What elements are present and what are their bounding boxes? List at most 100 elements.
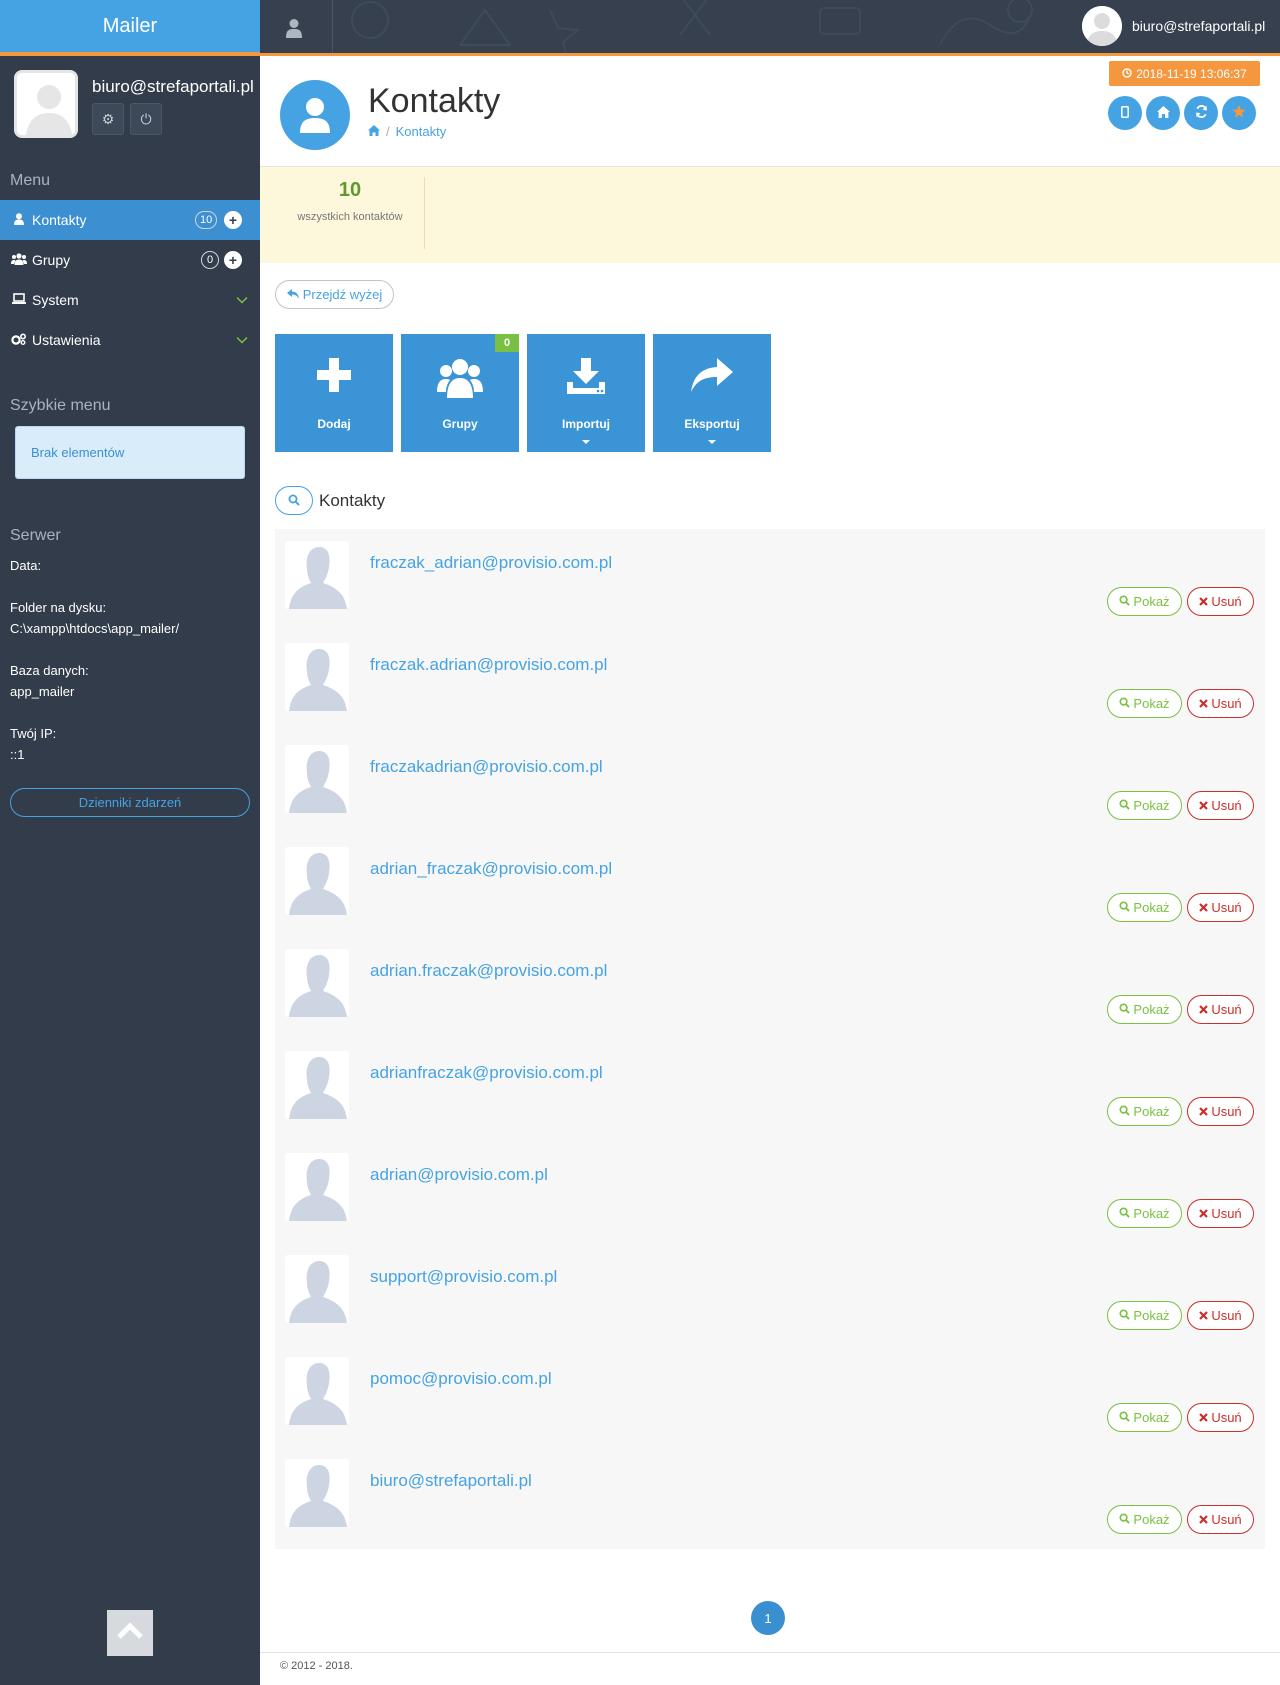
- show-contact-button[interactable]: Pokaż: [1107, 689, 1182, 718]
- tile-label: Eksportuj: [684, 417, 740, 431]
- add-contact-button[interactable]: +: [224, 211, 242, 229]
- close-icon: [1199, 1104, 1209, 1119]
- scroll-to-top-button[interactable]: [107, 1610, 153, 1656]
- show-label: Pokaż: [1133, 798, 1170, 813]
- tile-label: Importuj: [562, 417, 610, 431]
- groups-count-badge: 0: [201, 251, 219, 269]
- show-contact-button[interactable]: Pokaż: [1107, 1199, 1182, 1228]
- contact-email[interactable]: adrian.fraczak@provisio.com.pl: [370, 961, 607, 981]
- delete-contact-button[interactable]: Usuń: [1187, 1301, 1254, 1330]
- search-icon: [1119, 798, 1131, 813]
- sidebar-item-label: System: [32, 292, 79, 308]
- search-icon: [1119, 1206, 1131, 1221]
- contact-avatar: [285, 1357, 349, 1425]
- delete-contact-button[interactable]: Usuń: [1187, 893, 1254, 922]
- chevron-down-icon: [236, 333, 248, 347]
- contact-avatar: [285, 949, 349, 1017]
- show-contact-button[interactable]: Pokaż: [1107, 1097, 1182, 1126]
- pagination-page-1[interactable]: 1: [751, 1601, 785, 1635]
- contact-email[interactable]: pomoc@provisio.com.pl: [370, 1369, 552, 1389]
- show-contact-button[interactable]: Pokaż: [1107, 587, 1182, 616]
- delete-contact-button[interactable]: Usuń: [1187, 1097, 1254, 1126]
- logout-button[interactable]: ⏻: [130, 103, 162, 135]
- search-icon: [1119, 1410, 1131, 1425]
- close-icon: [1199, 798, 1209, 813]
- settings-button[interactable]: ⚙: [92, 103, 124, 135]
- contact-email[interactable]: fraczak_adrian@provisio.com.pl: [370, 553, 612, 573]
- show-label: Pokaż: [1133, 1308, 1170, 1323]
- show-contact-button[interactable]: Pokaż: [1107, 995, 1182, 1024]
- tile-label: Grupy: [442, 417, 478, 431]
- sidebar-item-ustawienia[interactable]: Ustawienia: [0, 320, 260, 360]
- show-contact-button[interactable]: Pokaż: [1107, 791, 1182, 820]
- tile-add-contact[interactable]: Dodaj: [275, 334, 393, 452]
- tile-groups[interactable]: Grupy 0: [401, 334, 519, 452]
- add-group-button[interactable]: +: [224, 251, 242, 269]
- topbar-user-email[interactable]: biuro@strefaportali.pl: [1132, 18, 1265, 34]
- power-icon: ⏻: [140, 110, 152, 127]
- delete-contact-button[interactable]: Usuń: [1187, 1505, 1254, 1534]
- tile-export[interactable]: Eksportuj: [653, 334, 771, 452]
- show-contact-button[interactable]: Pokaż: [1107, 1505, 1182, 1534]
- timestamp-badge: 2018-11-19 13:06:37: [1109, 61, 1260, 86]
- breadcrumb-separator: /: [386, 124, 390, 139]
- sidebar-item-kontakty[interactable]: Kontakty: [0, 200, 260, 240]
- show-contact-button[interactable]: Pokaż: [1107, 1403, 1182, 1432]
- home-button[interactable]: [1146, 96, 1180, 130]
- sidebar-item-grupy[interactable]: Grupy: [0, 240, 260, 280]
- breadcrumb-item-kontakty[interactable]: Kontakty: [396, 124, 447, 139]
- sidebar-item-label: Kontakty: [32, 212, 87, 228]
- favorite-button[interactable]: [1222, 96, 1256, 130]
- search-icon: [1119, 1002, 1131, 1017]
- contact-avatar: [285, 643, 349, 711]
- contact-email[interactable]: fraczakadrian@provisio.com.pl: [370, 757, 603, 777]
- contact-avatar: [285, 1459, 349, 1527]
- topbar-avatar[interactable]: [1082, 6, 1122, 46]
- delete-contact-button[interactable]: Usuń: [1187, 587, 1254, 616]
- go-up-button[interactable]: Przejdź wyżej: [275, 280, 394, 309]
- go-up-label: Przejdź wyżej: [302, 287, 383, 302]
- brand-logo[interactable]: Mailer: [0, 0, 260, 56]
- user-icon: [10, 212, 28, 228]
- contact-email[interactable]: adrian_fraczak@provisio.com.pl: [370, 859, 612, 879]
- avatar[interactable]: [14, 70, 78, 138]
- show-contact-button[interactable]: Pokaż: [1107, 1301, 1182, 1330]
- contact-row: support@provisio.com.pl Pokaż Usuń: [275, 1243, 1265, 1345]
- contact-avatar: [285, 847, 349, 915]
- delete-label: Usuń: [1211, 696, 1242, 711]
- mobile-view-button[interactable]: [1108, 96, 1142, 130]
- contact-email[interactable]: biuro@strefaportali.pl: [370, 1471, 532, 1491]
- user-icon[interactable]: [286, 18, 302, 38]
- tile-import[interactable]: Importuj: [527, 334, 645, 452]
- server-heading: Serwer: [10, 527, 61, 544]
- search-button[interactable]: [275, 486, 313, 515]
- contact-email[interactable]: fraczak.adrian@provisio.com.pl: [370, 655, 607, 675]
- contact-row: biuro@strefaportali.pl Pokaż Usuń: [275, 1447, 1265, 1549]
- menu-heading: Menu: [10, 172, 51, 189]
- delete-contact-button[interactable]: Usuń: [1187, 689, 1254, 718]
- delete-contact-button[interactable]: Usuń: [1187, 1403, 1254, 1432]
- show-contact-button[interactable]: Pokaż: [1107, 893, 1182, 922]
- delete-contact-button[interactable]: Usuń: [1187, 1199, 1254, 1228]
- server-date-label: Data:: [10, 558, 42, 573]
- delete-contact-button[interactable]: Usuń: [1187, 995, 1254, 1024]
- home-icon[interactable]: [368, 124, 380, 139]
- delete-contact-button[interactable]: Usuń: [1187, 791, 1254, 820]
- contact-row: fraczakadrian@provisio.com.pl Pokaż Usuń: [275, 733, 1265, 835]
- refresh-button[interactable]: [1184, 96, 1218, 130]
- show-label: Pokaż: [1133, 594, 1170, 609]
- event-logs-button[interactable]: Dzienniki zdarzeń: [10, 788, 250, 817]
- top-bar: biuro@strefaportali.pl: [260, 0, 1280, 56]
- page-title: Kontakty: [368, 82, 501, 120]
- server-folder-value: C:\xampp\htdocs\app_mailer/: [10, 621, 180, 636]
- profile-email: biuro@strefaportali.pl: [92, 77, 254, 96]
- search-icon: [1119, 594, 1131, 609]
- show-label: Pokaż: [1133, 1512, 1170, 1527]
- contact-email[interactable]: support@provisio.com.pl: [370, 1267, 557, 1287]
- contacts-list-title: Kontakty: [319, 490, 386, 510]
- contact-email[interactable]: adrianfraczak@provisio.com.pl: [370, 1063, 603, 1083]
- sidebar-item-system[interactable]: System: [0, 280, 260, 320]
- footer-divider: [260, 1652, 1280, 1653]
- users-icon: [401, 358, 519, 402]
- contact-email[interactable]: adrian@provisio.com.pl: [370, 1165, 548, 1185]
